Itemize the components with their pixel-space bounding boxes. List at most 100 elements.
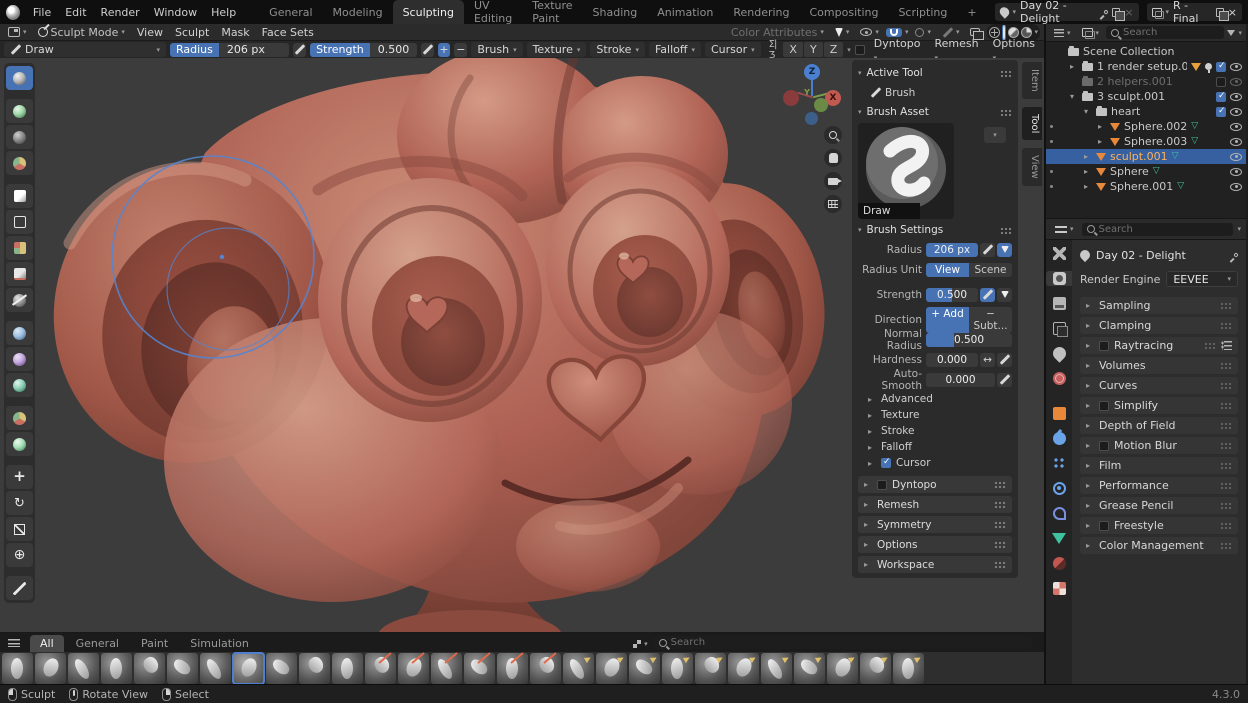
auto-smooth-pen-button[interactable]	[997, 373, 1012, 387]
radius-slider[interactable]: 206 px	[926, 243, 978, 257]
shelf-tab[interactable]: Simulation	[180, 635, 259, 652]
mode-selector[interactable]: Sculpt Mode▾	[34, 25, 129, 40]
tool-popover[interactable]: Falloff▾	[649, 42, 701, 57]
panel-grip[interactable]	[1220, 462, 1232, 469]
tool-box-face-set[interactable]	[6, 236, 33, 260]
properties-tab-particles[interactable]	[1046, 456, 1072, 471]
workspace-tab[interactable]: Scripting	[888, 0, 957, 24]
tool-transform[interactable]	[6, 543, 33, 567]
panel-grip[interactable]	[1220, 502, 1232, 509]
brush-thumbnail[interactable]	[2, 653, 33, 684]
viewport-menu[interactable]: Sculpt	[170, 25, 214, 40]
direction-subtract[interactable]: − Subt...	[969, 307, 1012, 333]
brush-thumbnail[interactable]	[563, 653, 594, 684]
tool-annotate[interactable]	[6, 576, 33, 600]
shelf-display-mode-icon[interactable]	[631, 638, 642, 649]
properties-panel-header[interactable]: ▸ Volumes	[1080, 357, 1238, 374]
tool-color-filter[interactable]	[6, 373, 33, 397]
filter-icon[interactable]	[1227, 30, 1235, 36]
workspace-tab[interactable]: Shading	[583, 0, 648, 24]
brush-add-button[interactable]: +	[438, 43, 451, 57]
normal-radius-slider[interactable]: 0.500	[926, 333, 1012, 347]
sidebar-panel-header[interactable]: ▸ Symmetry	[858, 516, 1012, 533]
properties-panel-header[interactable]: ▸ Depth of Field	[1080, 417, 1238, 434]
panel-grip[interactable]	[994, 521, 1006, 528]
expand-arrow-icon[interactable]: ▸	[1098, 137, 1106, 146]
expand-arrow-icon[interactable]: ▸	[1070, 62, 1078, 71]
brush-thumbnail[interactable]	[695, 653, 726, 684]
properties-tab-tool[interactable]	[1046, 246, 1072, 261]
outliner-row[interactable]: ▸ sculpt.001 ▽	[1046, 149, 1246, 164]
filter-dropdown[interactable]: ▾	[1238, 29, 1242, 37]
camera-view-button[interactable]	[824, 172, 842, 190]
brush-settings-subpanel[interactable]: ▸ Stroke	[858, 423, 1012, 439]
brush-thumbnail[interactable]	[662, 653, 693, 684]
workspace-tab[interactable]: Compositing	[800, 0, 889, 24]
properties-panel-header[interactable]: ▸ Simplify	[1080, 397, 1238, 414]
radius-unit-view[interactable]: View	[926, 263, 969, 277]
brush-thumbnail[interactable]	[497, 653, 528, 684]
sidebar-tab[interactable]: Tool	[1022, 107, 1042, 140]
panel-grip[interactable]	[994, 541, 1006, 548]
hide-eye-icon[interactable]	[1230, 168, 1242, 176]
outliner-row[interactable]: ▸ 1 render setup.001 ▽	[1046, 59, 1246, 74]
collection-checkbox[interactable]	[1216, 92, 1226, 102]
brush-thumbnail[interactable]	[893, 653, 924, 684]
properties-tab-modifiers[interactable]	[1046, 431, 1072, 446]
panel-checkbox[interactable]	[1099, 341, 1109, 351]
strength-slider[interactable]: Strength 0.500	[310, 43, 416, 57]
properties-panel-header[interactable]: ▸ Clamping	[1080, 317, 1238, 334]
workspace-tab[interactable]: Rendering	[723, 0, 799, 24]
symmetry-axis-toggle[interactable]: Z	[824, 42, 844, 57]
subpanel-checkbox[interactable]	[881, 458, 891, 468]
properties-panel-header[interactable]: ▸ Grease Pencil	[1080, 497, 1238, 514]
properties-tab-constraints[interactable]	[1046, 506, 1072, 521]
viewport-menu[interactable]: Face Sets	[257, 25, 319, 40]
shelf-tab[interactable]: All	[30, 635, 64, 652]
hide-eye-icon[interactable]	[1230, 63, 1242, 71]
collection-checkbox[interactable]	[1216, 107, 1226, 117]
brush-thumbnail[interactable]	[101, 653, 132, 684]
panel-grip[interactable]	[1000, 70, 1012, 77]
panel-checkbox[interactable]	[1099, 401, 1109, 411]
properties-tab-material[interactable]	[1046, 556, 1072, 571]
view-layer-selector[interactable]: ▾ R - Final ×	[1147, 3, 1242, 21]
tool-edit-face-set[interactable]	[6, 406, 33, 430]
brush-thumbnail[interactable]	[266, 653, 297, 684]
tool-draw-face-sets[interactable]	[6, 151, 33, 175]
sidebar-tab[interactable]: Item	[1022, 62, 1042, 99]
panel-grip[interactable]	[1220, 522, 1232, 529]
collection-checkbox[interactable]	[1216, 62, 1226, 72]
workspace-tab[interactable]: Sculpting	[393, 0, 464, 24]
panel-checkbox[interactable]	[1099, 521, 1109, 531]
panel-grip[interactable]	[1220, 482, 1232, 489]
tool-box-trim[interactable]	[6, 262, 33, 286]
shading-material-button[interactable]	[1008, 27, 1019, 38]
properties-panel-header[interactable]: ▸ Sampling	[1080, 297, 1238, 314]
brush-thumbnail[interactable]	[761, 653, 792, 684]
properties-search[interactable]	[1082, 223, 1234, 236]
sidebar-panel-header[interactable]: ▸ Workspace	[858, 556, 1012, 573]
zoom-button[interactable]	[824, 126, 842, 144]
brush-thumbnail[interactable]	[596, 653, 627, 684]
properties-panel-header[interactable]: ▸ Performance	[1080, 477, 1238, 494]
panel-grip[interactable]	[1204, 342, 1216, 349]
outliner-row[interactable]: Scene Collection ▽	[1046, 44, 1246, 59]
hide-eye-icon[interactable]	[1230, 138, 1242, 146]
expand-arrow-icon[interactable]: ▾	[1084, 107, 1092, 116]
tool-scale[interactable]	[6, 517, 33, 541]
add-workspace-button[interactable]: +	[959, 6, 984, 19]
workspace-tab[interactable]: Modeling	[323, 0, 393, 24]
properties-panel-header[interactable]: ▸ Color Management	[1080, 537, 1238, 554]
panel-grip[interactable]	[1000, 109, 1012, 116]
topbar-menu[interactable]: Edit	[58, 5, 93, 20]
scene-selector[interactable]: ▾ Day 02 - Delight ×	[995, 3, 1139, 21]
editor-type-button[interactable]: ▾	[4, 26, 31, 38]
shelf-menu-icon[interactable]	[8, 639, 20, 647]
tool-rotate[interactable]	[6, 491, 33, 515]
tool-mask[interactable]	[6, 125, 33, 149]
gizmo-y-negative-axis[interactable]: ·	[814, 98, 828, 112]
panel-grip[interactable]	[1220, 302, 1232, 309]
tool-box-hide[interactable]	[6, 210, 33, 234]
workspace-tab[interactable]: Texture Paint	[522, 0, 582, 24]
